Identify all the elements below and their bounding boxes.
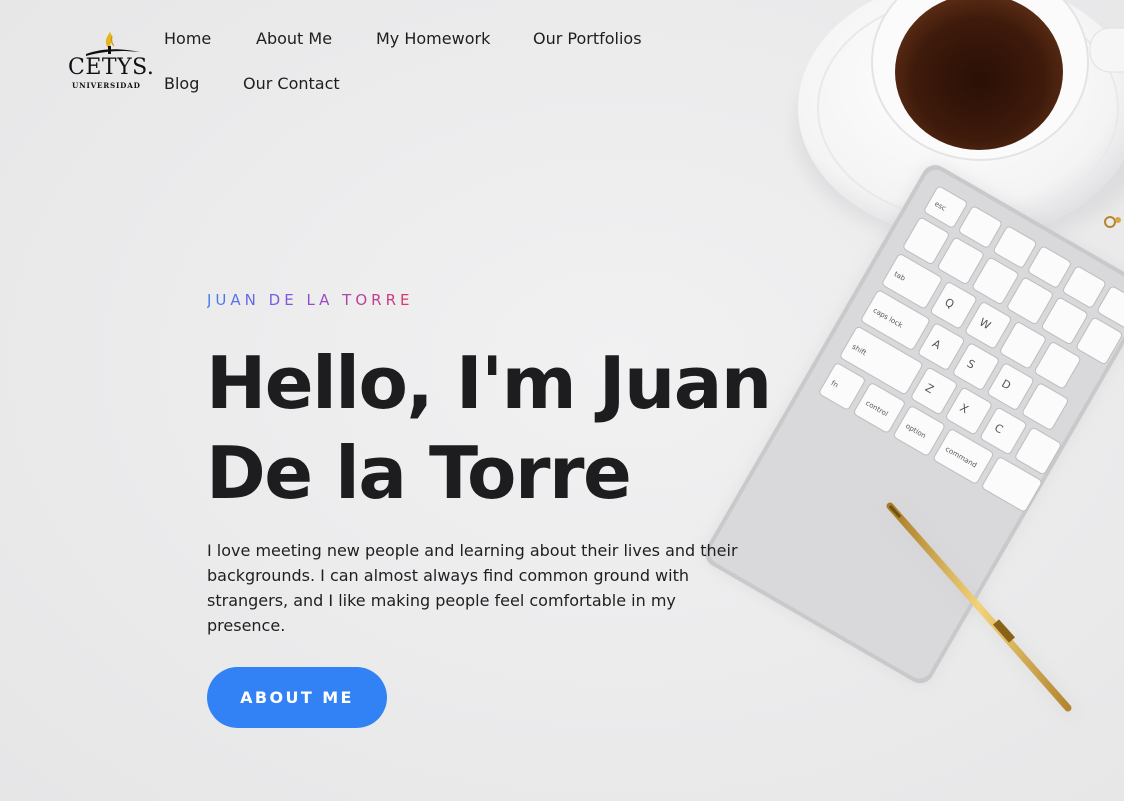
svg-text:caps lock: caps lock bbox=[872, 306, 905, 330]
hero-title-line-2: De la Torre bbox=[206, 431, 632, 515]
binder-clip-image bbox=[1104, 216, 1121, 228]
hero-title-line-1: Hello, I'm Juan bbox=[206, 341, 772, 425]
nav-blog[interactable]: Blog bbox=[164, 76, 199, 92]
svg-text:option: option bbox=[904, 422, 927, 440]
svg-text:X: X bbox=[958, 401, 971, 416]
hero-intro-text: I love meeting new people and learning a… bbox=[207, 541, 738, 635]
svg-text:esc: esc bbox=[933, 200, 947, 213]
svg-text:Q: Q bbox=[942, 296, 956, 312]
logo-subtitle: UNIVERSIDAD bbox=[72, 81, 141, 90]
pen-image bbox=[886, 502, 1077, 717]
svg-text:Z: Z bbox=[923, 381, 936, 396]
nav-about-me[interactable]: About Me bbox=[256, 31, 332, 47]
nav-our-contact[interactable]: Our Contact bbox=[243, 76, 340, 92]
coffee-cup-image bbox=[795, 0, 1124, 246]
hero-eyebrow: JUAN DE LA TORRE bbox=[207, 291, 414, 309]
svg-text:tab: tab bbox=[893, 270, 907, 283]
svg-text:W: W bbox=[977, 316, 993, 333]
logo-wordmark: CETYS. bbox=[68, 55, 155, 80]
svg-text:shift: shift bbox=[851, 343, 868, 358]
nav-home[interactable]: Home bbox=[164, 31, 211, 47]
cetys-logo[interactable]: CETYS. UNIVERSIDAD bbox=[66, 30, 154, 92]
svg-text:C: C bbox=[992, 421, 1005, 436]
svg-text:D: D bbox=[999, 377, 1013, 393]
about-me-button[interactable]: ABOUT ME bbox=[207, 667, 387, 728]
nav-my-homework[interactable]: My Homework bbox=[376, 31, 490, 47]
svg-text:command: command bbox=[944, 445, 978, 469]
hero-title: Hello, I'm Juan De la Torre bbox=[206, 338, 806, 518]
nav-our-portfolios[interactable]: Our Portfolios bbox=[533, 31, 642, 47]
svg-text:control: control bbox=[864, 399, 889, 418]
svg-text:A: A bbox=[930, 337, 943, 352]
svg-text:S: S bbox=[965, 357, 978, 372]
svg-text:fn: fn bbox=[830, 379, 840, 389]
